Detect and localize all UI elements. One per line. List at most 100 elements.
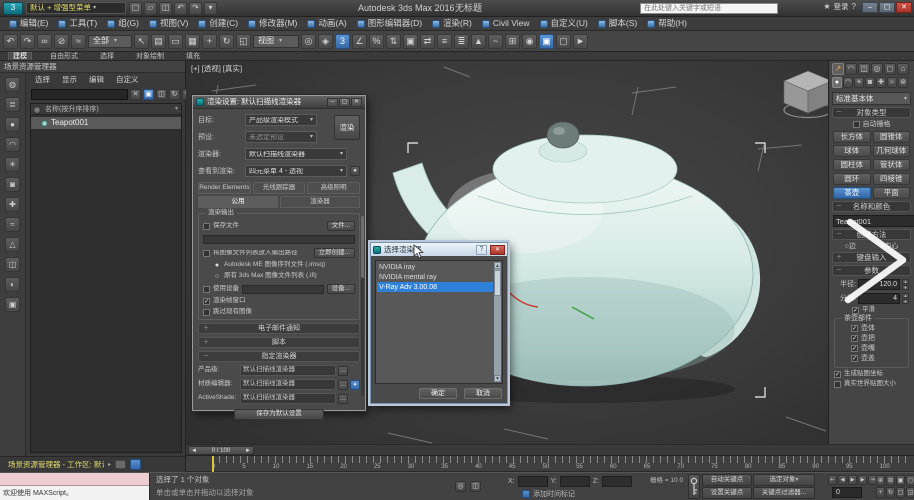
project-folder-icon[interactable]: ▾	[204, 2, 217, 15]
go-to-start-icon[interactable]: ⇤	[828, 475, 837, 485]
setup-tab[interactable]: 渲染器	[280, 196, 360, 208]
display-tab[interactable]: ◻	[884, 63, 896, 75]
spacewarps-subtab[interactable]: ≈	[887, 77, 897, 88]
curve-editor-icon[interactable]: ~	[488, 34, 503, 49]
name-color-rollout[interactable]: － 名称和颜色	[832, 201, 911, 212]
menu-item[interactable]: 编辑(E)	[4, 17, 53, 30]
menu-item[interactable]: 组(G)	[102, 17, 144, 30]
choose-renderer-button[interactable]: …	[338, 380, 348, 390]
redo-icon[interactable]: ↷	[20, 34, 35, 49]
explorer-settings-icon[interactable]: ▣	[5, 297, 20, 312]
choose-renderer-button[interactable]: …	[338, 366, 348, 376]
select-link-icon[interactable]: ∞	[37, 34, 52, 49]
helpers-subtab[interactable]: ✚	[876, 77, 886, 88]
part-checkbox[interactable]: ✓	[851, 335, 858, 342]
setup-tab[interactable]: 光线跟踪器	[253, 182, 306, 194]
speech-bubble-icon[interactable]	[115, 460, 126, 469]
display-cameras-icon[interactable]: ◙	[5, 177, 20, 192]
workspace-dropdown[interactable]: 默认 + 增强型菜单 ▾	[26, 2, 126, 14]
device-field[interactable]	[242, 285, 324, 294]
zoom-region-icon[interactable]: ◻	[906, 475, 914, 486]
setup-dropdown[interactable]: 默认扫描线渲染器 ▾	[245, 148, 347, 160]
sort-hierarchy-icon[interactable]: ◍	[5, 77, 20, 92]
menu-item[interactable]: 自定义(U)	[535, 17, 593, 30]
new-scene-icon[interactable]: ▢	[129, 2, 142, 15]
move-icon[interactable]: +	[202, 34, 217, 49]
save-file-icon[interactable]: ◫	[159, 2, 172, 15]
selection-filter-dropdown[interactable]: 全部▾	[88, 35, 132, 48]
tree-column-header[interactable]: 名称(按升序排序) ▾	[31, 104, 181, 115]
menu-item[interactable]: 创建(C)	[193, 17, 243, 30]
track-bar[interactable]: 0510152025303540455055606570758085909510…	[186, 456, 914, 472]
scroll-thumb[interactable]	[494, 270, 501, 296]
maximize-viewport-icon[interactable]: ▢	[896, 487, 905, 498]
primitive-button[interactable]: 圆锥体	[873, 131, 911, 143]
skip-existing-checkbox[interactable]	[203, 309, 210, 316]
primitive-button[interactable]: 四棱锥	[873, 173, 911, 185]
z-coordinate-field[interactable]	[602, 476, 632, 487]
setup-tab[interactable]: Render Elements	[198, 182, 251, 194]
explorer-menu-item[interactable]: 选择	[35, 76, 50, 84]
cameras-subtab[interactable]: ◙	[865, 77, 875, 88]
sync-selection-icon[interactable]: ↻	[169, 89, 180, 100]
sort-layer-icon[interactable]: ≣	[5, 97, 20, 112]
lights-subtab[interactable]: ☀	[854, 77, 864, 88]
selection-lock-icon[interactable]: ◫	[470, 481, 481, 492]
ribbon-tab[interactable]: 建模	[8, 52, 32, 60]
use-center-icon[interactable]: ◎	[301, 34, 316, 49]
3dsmax-logo[interactable]: 3	[3, 2, 23, 15]
previous-frame-arrow[interactable]: ◄	[191, 448, 197, 454]
menu-item[interactable]: 脚本(S)	[593, 17, 642, 30]
rect-region-icon[interactable]: ▭	[168, 34, 183, 49]
select-displayed-icon[interactable]: ▣	[143, 89, 154, 100]
geometry-subtab[interactable]: ●	[832, 77, 842, 88]
undo-icon[interactable]: ↶	[3, 34, 18, 49]
cancel-button[interactable]: 取消	[464, 388, 502, 399]
redo-icon[interactable]: ↷	[189, 2, 202, 15]
part-checkbox[interactable]: ✓	[851, 325, 858, 332]
menu-item[interactable]: 修改器(M)	[243, 17, 302, 30]
set-keys-button[interactable]	[688, 474, 700, 499]
key-filters-button[interactable]: 关键点过滤器...	[753, 487, 815, 499]
real-world-checkbox[interactable]	[834, 381, 841, 388]
play-icon[interactable]: ▶	[848, 475, 857, 485]
select-object-icon[interactable]: ↖	[134, 34, 149, 49]
dialog-scrollbar[interactable]	[361, 216, 364, 396]
smooth-checkbox[interactable]: ✓	[852, 307, 859, 314]
file-button[interactable]: 文件...	[327, 221, 355, 231]
toggle-icon[interactable]	[130, 459, 141, 470]
utilities-tab[interactable]: ⌂	[897, 63, 909, 75]
star-icon[interactable]: ★	[823, 3, 830, 11]
x-coordinate-field[interactable]	[518, 476, 548, 487]
reference-coord-dropdown[interactable]: 视图▾	[253, 35, 299, 48]
tab-overflow-icon[interactable]: ▸	[108, 462, 111, 468]
renderer-list-item[interactable]: NVIDIA mental ray	[377, 272, 493, 282]
dialog-pin-icon[interactable]: ▢	[339, 98, 350, 107]
scroll-down-icon[interactable]: ▼	[494, 375, 501, 382]
macro-recorder-line[interactable]	[0, 473, 149, 486]
primitive-button[interactable]: 长方体	[833, 131, 871, 143]
list-scrollbar[interactable]: ▲ ▼	[494, 262, 501, 382]
dialog-minimize-icon[interactable]: –	[327, 98, 338, 107]
zoom-extents-all-icon[interactable]: ◲	[906, 487, 914, 498]
angle-snap-icon[interactable]: ∠	[352, 34, 367, 49]
autogrid-checkbox[interactable]	[853, 121, 860, 128]
bind-spacewarp-icon[interactable]: ≈	[71, 34, 86, 49]
setup-dropdown[interactable]: 未选定预设 ▾	[245, 131, 317, 143]
time-slider-thumb[interactable]: ◄ 0 / 100 ►	[188, 446, 254, 455]
ribbon-tab[interactable]: 填充	[182, 53, 204, 60]
primitive-category-dropdown[interactable]: 标准基本体 ▾	[832, 92, 911, 105]
maximize-button[interactable]: ▢	[879, 2, 895, 13]
rfw-checkbox[interactable]: ✓	[203, 298, 210, 305]
renderer-list-item[interactable]: V-Ray Adv 3.00.08	[377, 282, 493, 292]
setup-tab[interactable]: 公用	[198, 196, 278, 208]
add-time-tag[interactable]: 添加时间标记	[522, 490, 575, 498]
lock-icon[interactable]: ●	[350, 380, 360, 390]
part-checkbox[interactable]: ✓	[851, 355, 858, 362]
display-shapes-icon[interactable]: ◠	[5, 137, 20, 152]
close-button[interactable]: ✕	[896, 2, 912, 13]
explorer-menu-item[interactable]: 自定义	[116, 76, 139, 84]
percent-snap-icon[interactable]: %	[369, 34, 384, 49]
undo-icon[interactable]: ↶	[174, 2, 187, 15]
display-helpers-icon[interactable]: ✚	[5, 197, 20, 212]
